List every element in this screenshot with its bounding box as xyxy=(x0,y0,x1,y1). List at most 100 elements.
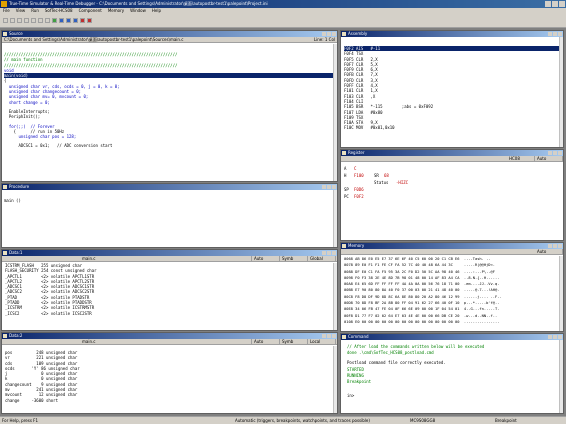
menu-window[interactable]: Window xyxy=(127,8,149,15)
status-target: MC9S08GG8 xyxy=(410,418,436,423)
data1-window: Data:1 main.c Auto Symb Global ICSTRM_FL… xyxy=(1,249,338,331)
minimize-button[interactable] xyxy=(322,251,326,255)
step-out-icon[interactable] xyxy=(73,18,78,23)
minimize-button[interactable] xyxy=(545,1,551,7)
menu-file[interactable]: File xyxy=(0,8,13,15)
data2-auto-button[interactable]: Auto xyxy=(252,339,280,344)
data1-symb-button[interactable]: Symb xyxy=(280,256,308,261)
close-button[interactable] xyxy=(558,335,562,339)
close-button[interactable] xyxy=(558,151,562,155)
reg-a-value[interactable]: C xyxy=(354,165,366,172)
procedure-item[interactable]: main () xyxy=(4,198,333,203)
reg-h-value[interactable]: F100 xyxy=(354,172,374,179)
assembly-code[interactable]: F0F2 AIS #-11 F0F4 TSX F0F5 CLR 2,X F0F7 CL… xyxy=(341,46,559,147)
close-button[interactable] xyxy=(332,32,336,36)
close-button[interactable] xyxy=(332,334,336,338)
assembly-title: Assembly xyxy=(348,31,368,36)
maximize-button[interactable] xyxy=(553,244,557,248)
maximize-button[interactable] xyxy=(552,1,558,7)
data2-scrollbar[interactable] xyxy=(333,346,337,413)
window-icon xyxy=(3,32,7,36)
step-into-icon[interactable] xyxy=(59,18,64,23)
reg-status-label: Status xyxy=(374,180,389,185)
data1-global-button[interactable]: Global xyxy=(308,256,336,261)
menu-help[interactable]: Help xyxy=(149,8,164,15)
command-scrollbar[interactable] xyxy=(559,340,563,413)
data2-title: Data:2 xyxy=(9,333,23,338)
status-help-text: For Help, press F1 xyxy=(2,418,39,423)
data1-file: main.c xyxy=(2,256,252,261)
app-title: True-Time Simulator & Real-Time Debugger… xyxy=(9,1,268,6)
cut-icon[interactable] xyxy=(24,18,29,23)
register-title: Register xyxy=(348,150,365,155)
procedure-scrollbar[interactable] xyxy=(333,190,337,247)
reset-icon[interactable] xyxy=(87,18,92,23)
memory-auto-button[interactable]: Auto xyxy=(535,249,563,254)
memory-title: Memory xyxy=(348,243,365,248)
command-output[interactable]: // After load the commands written below… xyxy=(341,340,559,413)
procedure-title: Procedure xyxy=(9,184,30,189)
close-button[interactable] xyxy=(558,244,562,248)
reg-sr-value[interactable]: 68 xyxy=(384,172,396,179)
paste-icon[interactable] xyxy=(38,18,43,23)
new-icon[interactable] xyxy=(3,18,8,23)
minimize-button[interactable] xyxy=(322,334,326,338)
memory-dump[interactable]: 0068 AB 86 E0 E5 E7 37 6E 6F 40 C5 60 00… xyxy=(341,256,559,331)
halt-icon[interactable] xyxy=(80,18,85,23)
app-icon xyxy=(1,1,7,7)
reg-status-value[interactable]: -HIZC xyxy=(396,180,408,185)
data2-symb-button[interactable]: Symb xyxy=(280,339,308,344)
register-window: Register HC08 Auto A C H F100 SR 68 Status -H… xyxy=(340,149,564,241)
minimize-button[interactable] xyxy=(322,32,326,36)
data2-table[interactable]: pos 248 unsigned char vr 221 unsigned cha… xyxy=(2,346,333,413)
memory-row[interactable]: 0108 E0 00 00 00 00 00 00 00 00 00 00 00… xyxy=(344,319,559,325)
source-title: Source xyxy=(9,31,23,36)
minimize-button[interactable] xyxy=(548,32,552,36)
reg-sp-value[interactable]: F0D6 xyxy=(354,187,364,192)
data1-auto-button[interactable]: Auto xyxy=(252,256,280,261)
data2-local-button[interactable]: Local xyxy=(308,339,336,344)
close-button[interactable] xyxy=(558,32,562,36)
table-row[interactable]: _ICSC2 <2> volatile ICSC2STR xyxy=(5,311,333,316)
help-icon[interactable] xyxy=(45,18,50,23)
register-auto-button[interactable]: Auto xyxy=(535,156,563,161)
assembly-line[interactable]: F10C MOV #0x01,0x10 xyxy=(344,125,559,130)
maximize-button[interactable] xyxy=(553,151,557,155)
close-button[interactable] xyxy=(332,185,336,189)
memory-scrollbar[interactable] xyxy=(559,256,563,331)
menu-run[interactable]: Run xyxy=(28,8,42,15)
minimize-button[interactable] xyxy=(322,185,326,189)
source-scrollbar[interactable] xyxy=(333,44,337,181)
close-button[interactable] xyxy=(332,251,336,255)
table-row[interactable]: change -3600 short xyxy=(5,398,333,403)
save-icon[interactable] xyxy=(17,18,22,23)
minimize-button[interactable] xyxy=(548,151,552,155)
run-icon[interactable] xyxy=(52,18,57,23)
data1-scrollbar[interactable] xyxy=(333,263,337,330)
command-line[interactable]: in> xyxy=(347,393,559,399)
assembly-scrollbar[interactable] xyxy=(559,37,563,147)
reg-pc-value[interactable]: F0F2 xyxy=(354,194,364,199)
data1-table[interactable]: ICSTRM_FLASH 255 unsigned char FLASH_SECU… xyxy=(2,263,333,330)
menu-softec[interactable]: SofTec-HCS08 xyxy=(42,8,76,15)
source-code[interactable]: ////////////////////////////////////////… xyxy=(2,44,333,181)
menu-memory[interactable]: Memory xyxy=(105,8,127,15)
minimize-button[interactable] xyxy=(548,244,552,248)
maximize-button[interactable] xyxy=(327,32,331,36)
source-line[interactable]: ADCSC1 = 0x1; // ADC conversion start xyxy=(4,143,333,148)
procedure-title-bar: Procedure xyxy=(2,184,337,190)
menu-component[interactable]: Component xyxy=(76,8,105,15)
procedure-list[interactable]: main () xyxy=(2,198,333,247)
open-icon[interactable] xyxy=(10,18,15,23)
maximize-button[interactable] xyxy=(553,32,557,36)
register-hc08-button[interactable]: HC08 xyxy=(507,156,535,161)
maximize-button[interactable] xyxy=(553,335,557,339)
close-button[interactable] xyxy=(559,1,565,7)
minimize-button[interactable] xyxy=(548,335,552,339)
menu-view[interactable]: View xyxy=(13,8,29,15)
maximize-button[interactable] xyxy=(327,334,331,338)
step-over-icon[interactable] xyxy=(66,18,71,23)
copy-icon[interactable] xyxy=(31,18,36,23)
maximize-button[interactable] xyxy=(327,251,331,255)
maximize-button[interactable] xyxy=(327,185,331,189)
